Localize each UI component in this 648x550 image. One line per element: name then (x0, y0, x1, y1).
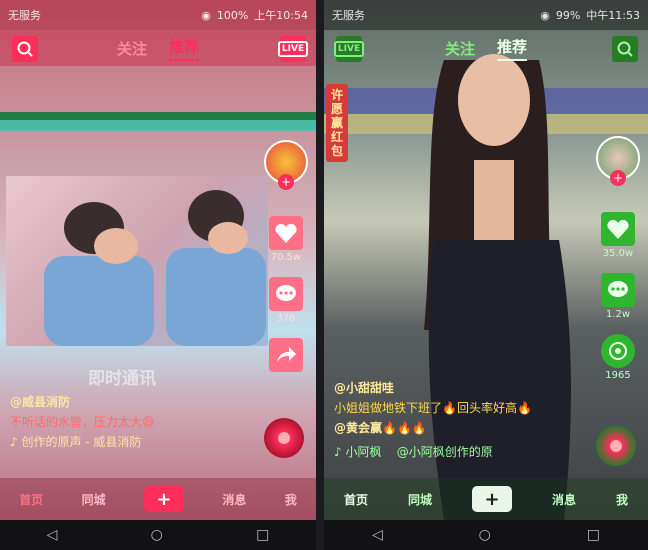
video-caption: @威县消防 不听话的水管，压力太大😅 ♪ 创作的原声 - 威县消防 (10, 392, 256, 452)
live-icon: LIVE (277, 41, 309, 57)
caption-text: 小姐姐做地铁下班了🔥回头率好高🔥 (334, 401, 532, 415)
comment-count: 1.2w (605, 309, 631, 320)
nav-city[interactable]: 同城 (82, 491, 106, 508)
create-plus-button[interactable]: + (471, 486, 512, 512)
comment-count: 376 (276, 313, 296, 324)
status-bar: 无服务 ◉ 99% 中午11:53 (324, 0, 648, 30)
home-circle-icon[interactable]: ○ (151, 527, 163, 543)
share-button[interactable]: 1965 (601, 334, 635, 381)
tab-follow[interactable]: 关注 (117, 38, 147, 59)
tab-recommend[interactable]: 推荐 (169, 36, 200, 61)
watermark-logo: 即时通讯 (88, 369, 156, 389)
nav-me[interactable]: 我 (616, 491, 628, 508)
nav-home[interactable]: 首页 (344, 491, 368, 508)
action-rail: + 35.0w 1.2w 1965 (596, 136, 640, 381)
music-disc-icon[interactable] (596, 426, 636, 466)
home-circle-icon[interactable]: ○ (479, 527, 491, 543)
action-rail: + 70.5w 376 (264, 140, 308, 372)
clock-text: 中午11:53 (586, 9, 640, 22)
creator-avatar[interactable]: + (264, 140, 308, 190)
top-tabs: 关注 推荐 (324, 30, 648, 66)
comment-button[interactable]: 1.2w (601, 273, 635, 320)
battery-text: 99% (555, 8, 581, 22)
wifi-icon: ◉ (540, 8, 550, 22)
live-icon: LIVE (333, 41, 365, 57)
clock-text: 上午10:54 (254, 9, 308, 22)
tab-follow[interactable]: 关注 (445, 38, 475, 59)
recents-square-icon[interactable]: □ (256, 527, 269, 543)
battery-text: 100% (216, 8, 249, 22)
share-button[interactable] (269, 338, 303, 372)
nav-messages[interactable]: 消息 (552, 491, 576, 508)
comment-button[interactable]: 376 (269, 277, 303, 324)
top-tabs: 关注 推荐 (0, 30, 316, 66)
share-arrow-icon (269, 338, 303, 372)
officers-illustration (44, 190, 266, 346)
tab-recommend[interactable]: 推荐 (497, 36, 528, 61)
caption-mention[interactable]: @黄会赢🔥🔥🔥 (334, 418, 588, 438)
search-icon (617, 41, 633, 57)
bottom-nav: 首页 同城 + 消息 我 (0, 478, 316, 520)
nav-city[interactable]: 同城 (408, 491, 432, 508)
caption-username[interactable]: @小甜甜哇 (334, 378, 588, 398)
right-phone-screen: 无服务 ◉ 99% 中午11:53 关注 推荐 LIVE 许愿赢红包 + 35.… (324, 0, 648, 550)
left-phone-screen: 无服务 ◉ 100% 上午10:54 关注 推荐 LIVE + 70.5w 37 (0, 0, 316, 550)
caption-username[interactable]: @威县消防 (10, 392, 256, 412)
video-scene (6, 176, 268, 346)
caption-music[interactable]: ♪ 创作的原声 - 威县消防 (10, 432, 256, 452)
system-nav-bar: ◁ ○ □ (324, 520, 648, 550)
create-plus-button[interactable]: + (143, 486, 184, 512)
search-button[interactable] (12, 36, 38, 62)
search-icon (17, 41, 33, 57)
like-button[interactable]: 35.0w (601, 212, 635, 259)
nav-home[interactable]: 首页 (19, 491, 43, 508)
share-icon (601, 334, 635, 368)
like-count: 35.0w (602, 248, 634, 259)
creator-avatar[interactable]: + (596, 136, 640, 186)
like-count: 70.5w (270, 252, 302, 263)
status-bar: 无服务 ◉ 100% 上午10:54 (0, 0, 316, 30)
recents-square-icon[interactable]: □ (587, 527, 600, 543)
follow-plus-icon[interactable]: + (278, 174, 294, 190)
nav-me[interactable]: 我 (285, 491, 297, 508)
carrier-text: 无服务 (332, 9, 365, 22)
live-button[interactable]: LIVE (333, 36, 365, 62)
nav-messages[interactable]: 消息 (222, 491, 246, 508)
teal-band (0, 120, 316, 132)
comment-icon (601, 273, 635, 307)
like-button[interactable]: 70.5w (269, 216, 303, 263)
comment-icon (269, 277, 303, 311)
caption-music[interactable]: ♪ 小阿枫 @小阿枫创作的原 (334, 442, 588, 462)
heart-icon (601, 212, 635, 246)
music-disc-icon[interactable] (264, 418, 304, 458)
music-title[interactable]: @小阿枫创作的原 (397, 445, 493, 459)
system-nav-bar: ◁ ○ □ (0, 520, 316, 550)
music-user[interactable]: ♪ 小阿枫 (334, 445, 381, 459)
wifi-icon: ◉ (201, 8, 211, 22)
back-icon[interactable]: ◁ (47, 527, 58, 543)
carrier-text: 无服务 (8, 9, 41, 22)
share-count: 1965 (605, 370, 631, 381)
heart-icon (269, 216, 303, 250)
caption-text: 不听话的水管，压力太大😅 (10, 415, 155, 429)
back-icon[interactable]: ◁ (372, 527, 383, 543)
bottom-nav: 首页 同城 + 消息 我 (324, 478, 648, 520)
video-caption: @小甜甜哇 小姐姐做地铁下班了🔥回头率好高🔥 @黄会赢🔥🔥🔥 ♪ 小阿枫 @小阿… (334, 378, 588, 462)
live-button[interactable]: LIVE (277, 36, 309, 62)
search-button[interactable] (612, 36, 638, 62)
follow-plus-icon[interactable]: + (610, 170, 626, 186)
red-packet-banner[interactable]: 许愿赢红包 (326, 84, 348, 162)
